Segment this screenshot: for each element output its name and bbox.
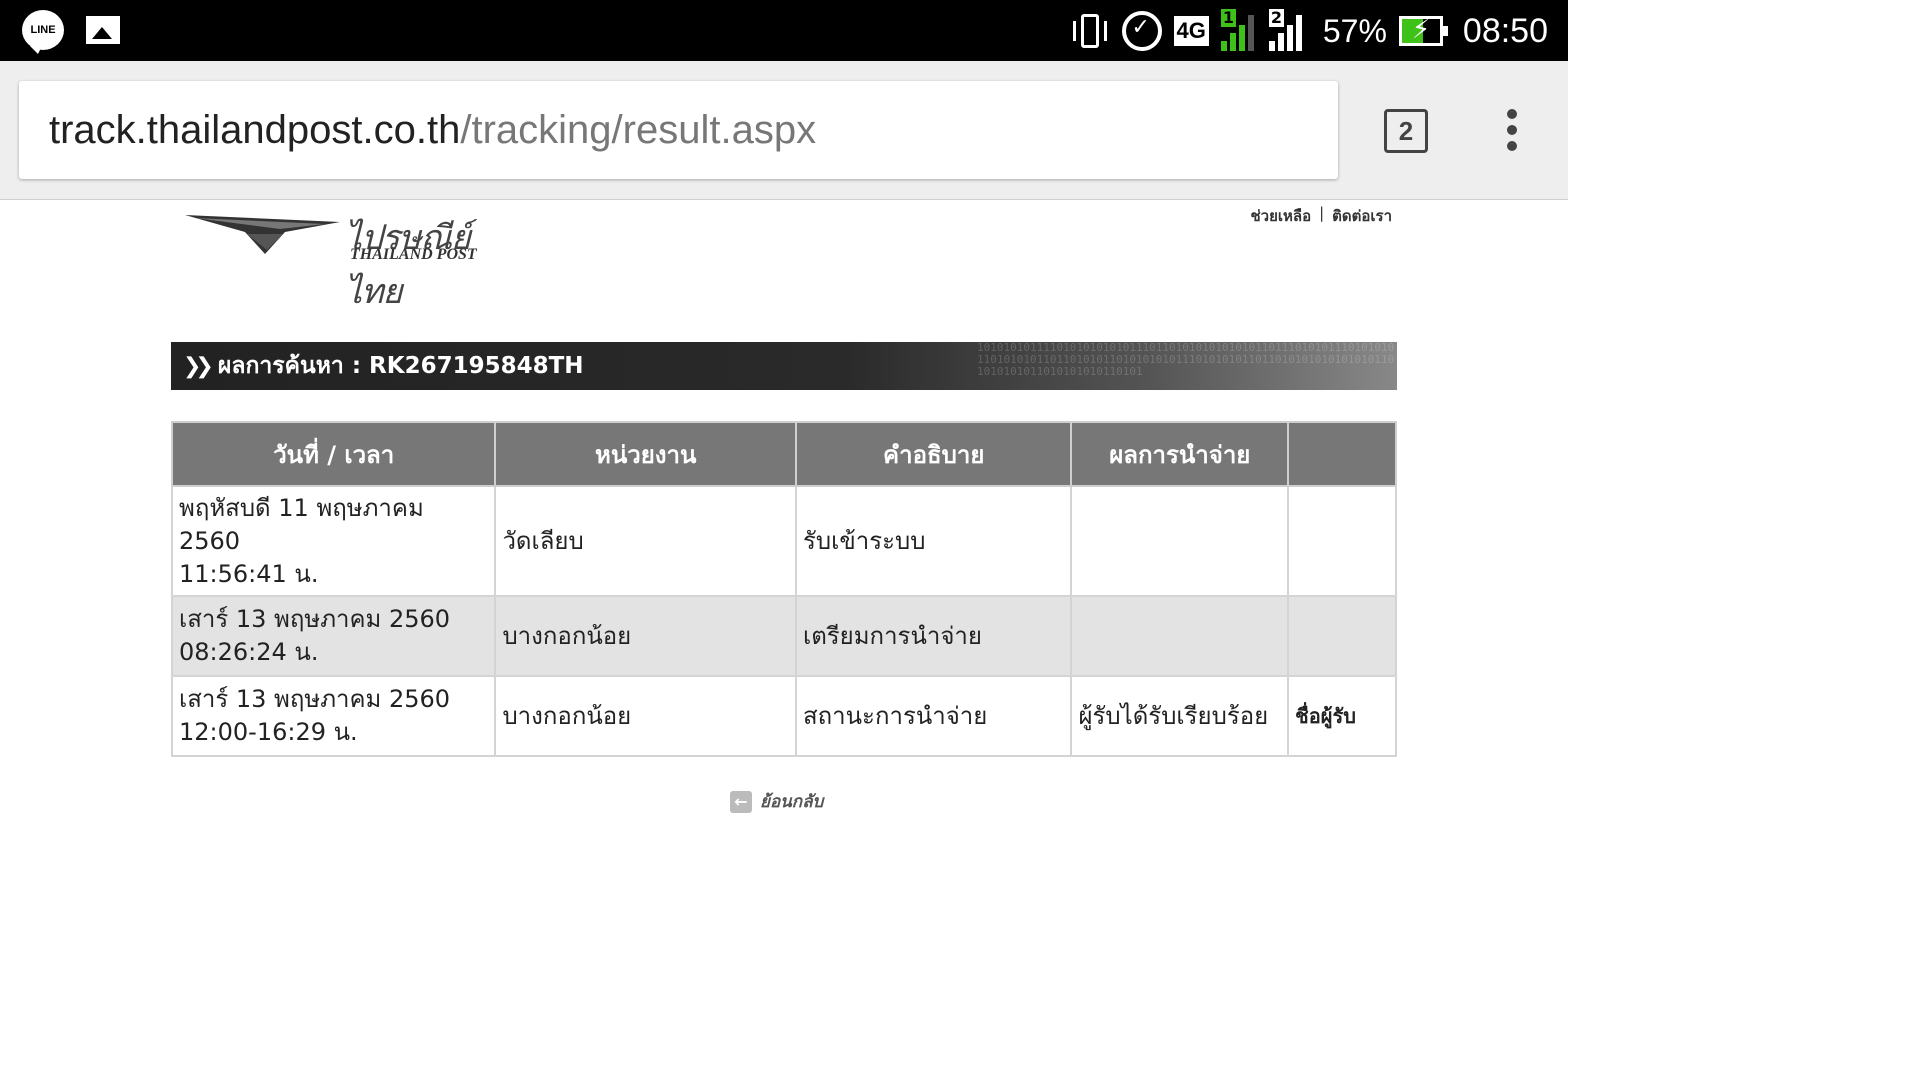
status-bar: LINE 4G 1 2 57% ⚡ 08:50 <box>0 0 1568 61</box>
signal-sim2-icon: 2 <box>1268 8 1311 51</box>
cell-office: วัดเลียบ <box>494 485 797 597</box>
header-delivery-result: ผลการนำจ่าย <box>1070 421 1290 487</box>
cell-date: เสาร์ 13 พฤษภาคม 2560 08:26:24 น. <box>170 595 497 677</box>
line-icon: LINE <box>22 10 64 54</box>
sim1-badge: 1 <box>1220 8 1236 27</box>
cell-description: เตรียมการนำจ่าย <box>794 595 1073 677</box>
cell-office: บางกอกน้อย <box>494 675 797 757</box>
tab-switcher-icon[interactable]: 2 <box>1384 109 1428 153</box>
table-row: เสาร์ 13 พฤษภาคม 2560 08:26:24 น. บางกอกน… <box>170 595 1397 677</box>
vibrate-icon <box>1070 11 1110 51</box>
cell-result <box>1070 595 1290 677</box>
cell-result: ผู้รับได้รับเรียบร้อย <box>1070 675 1290 757</box>
logo-text-english: THAILAND POST <box>350 246 477 263</box>
signal-sim1-icon: 1 <box>1220 8 1257 51</box>
header-description: คำอธิบาย <box>794 421 1073 487</box>
cell-extra <box>1287 595 1397 677</box>
alarm-icon <box>1121 11 1162 51</box>
binary-decoration: 1010101011110101010101011101101010101010… <box>977 342 1395 378</box>
cell-description: สถานะการนำจ่าย <box>794 675 1073 757</box>
address-bar[interactable]: track.thailandpost.co.th/tracking/result… <box>19 81 1338 179</box>
battery-percent: 57% <box>1322 12 1387 49</box>
help-link[interactable]: ช่วยเหลือ <box>1250 204 1311 228</box>
cell-receiver-name-link[interactable]: ชื่อผู้รับ <box>1287 675 1397 757</box>
result-title: ผลการค้นหา : RK267195848TH <box>217 353 584 379</box>
table-header-row: วันที่ / เวลา หน่วยงาน คำอธิบาย ผลการนำจ… <box>170 421 1397 487</box>
cell-date: พฤหัสบดี 11 พฤษภาคม 2560 11:56:41 น. <box>170 485 497 597</box>
battery-icon: ⚡ <box>1398 15 1448 46</box>
browser-toolbar: track.thailandpost.co.th/tracking/result… <box>0 61 1568 200</box>
cell-result <box>1070 485 1290 597</box>
contact-link[interactable]: ติดต่อเรา <box>1332 204 1392 228</box>
back-label: ย้อนกลับ <box>760 792 824 812</box>
result-title-bar: ❯❯ ผลการค้นหา : RK267195848TH 1010101011… <box>171 342 1397 390</box>
network-type-badge: 4G <box>1173 16 1209 46</box>
top-links: ช่วยเหลือ | ติดต่อเรา <box>1250 204 1392 228</box>
logo-text-thai: ไปรษณีย์ไทย <box>345 218 471 312</box>
cell-office: บางกอกน้อย <box>494 595 797 677</box>
tracking-table: วันที่ / เวลา หน่วยงาน คำอธิบาย ผลการนำจ… <box>170 421 1397 757</box>
url-path: /tracking/result.aspx <box>460 107 817 152</box>
header-office: หน่วยงาน <box>494 421 797 487</box>
logo-wing-icon <box>185 215 340 254</box>
web-page: ไปรษณีย์ไทย THAILAND POST ช่วยเหลือ | ติ… <box>0 200 1568 882</box>
image-icon <box>86 16 120 44</box>
overflow-menu-icon[interactable] <box>1500 109 1524 151</box>
thailand-post-logo[interactable]: ไปรษณีย์ไทย THAILAND POST <box>185 210 505 312</box>
cell-date: เสาร์ 13 พฤษภาคม 2560 12:00-16:29 น. <box>170 675 497 757</box>
header-date: วันที่ / เวลา <box>170 421 497 487</box>
clock: 08:50 <box>1462 11 1548 50</box>
double-chevron-icon: ❯❯ <box>183 353 214 379</box>
cell-extra <box>1287 485 1397 597</box>
back-arrow-icon: ← <box>730 790 752 813</box>
table-row: พฤหัสบดี 11 พฤษภาคม 2560 11:56:41 น. วัดเ… <box>170 485 1397 597</box>
back-button[interactable]: ← ย้อนกลับ <box>730 788 823 815</box>
link-separator: | <box>1319 204 1325 222</box>
header-extra <box>1287 421 1397 487</box>
table-row: เสาร์ 13 พฤษภาคม 2560 12:00-16:29 น. บางก… <box>170 675 1397 757</box>
url-host: track.thailandpost.co.th <box>49 107 461 152</box>
cell-description: รับเข้าระบบ <box>794 485 1073 597</box>
sim2-badge: 2 <box>1268 8 1284 27</box>
